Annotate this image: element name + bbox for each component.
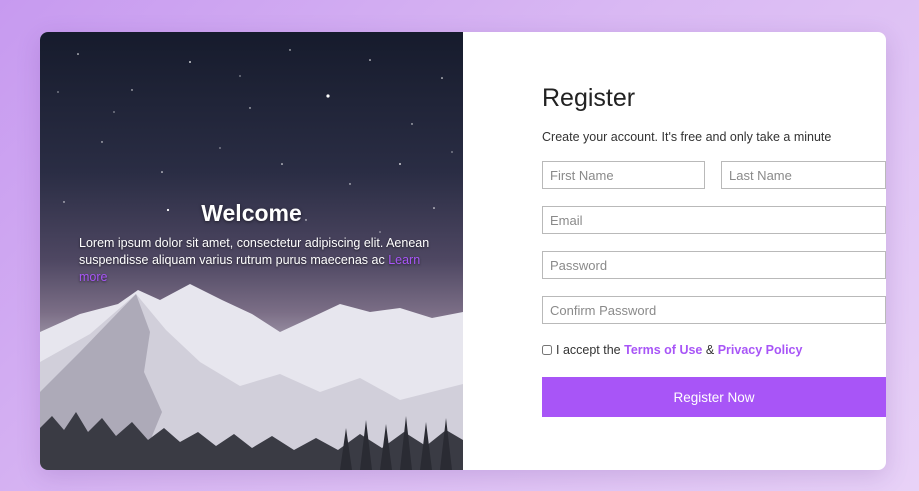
register-card: Welcome Lorem ipsum dolor sit amet, cons… (40, 32, 886, 470)
hero-title: Welcome (201, 200, 302, 226)
password-input[interactable] (542, 251, 886, 279)
first-name-input[interactable] (542, 161, 705, 189)
terms-ampersand: & (705, 343, 715, 357)
hero-text: Welcome Lorem ipsum dolor sit amet, cons… (79, 200, 439, 286)
privacy-policy-link[interactable]: Privacy Policy (718, 343, 803, 357)
hero-description: Lorem ipsum dolor sit amet, consectetur … (79, 235, 439, 286)
hero-body-text: Lorem ipsum dolor sit amet, consectetur … (79, 236, 430, 267)
form-title: Register (542, 84, 636, 112)
terms-of-use-link[interactable]: Terms of Use (624, 343, 702, 357)
register-form: Register Create your account. It's free … (502, 32, 886, 470)
confirm-password-input[interactable] (542, 296, 886, 324)
form-subtitle: Create your account. It's free and only … (542, 130, 832, 144)
register-now-button[interactable]: Register Now (542, 377, 886, 417)
hero-panel: Welcome Lorem ipsum dolor sit amet, cons… (40, 32, 463, 470)
terms-prefix: I accept the (556, 343, 621, 357)
email-input[interactable] (542, 206, 886, 234)
terms-row: I accept the Terms of Use & Privacy Poli… (542, 343, 802, 357)
last-name-input[interactable] (721, 161, 886, 189)
terms-checkbox[interactable] (542, 345, 552, 355)
